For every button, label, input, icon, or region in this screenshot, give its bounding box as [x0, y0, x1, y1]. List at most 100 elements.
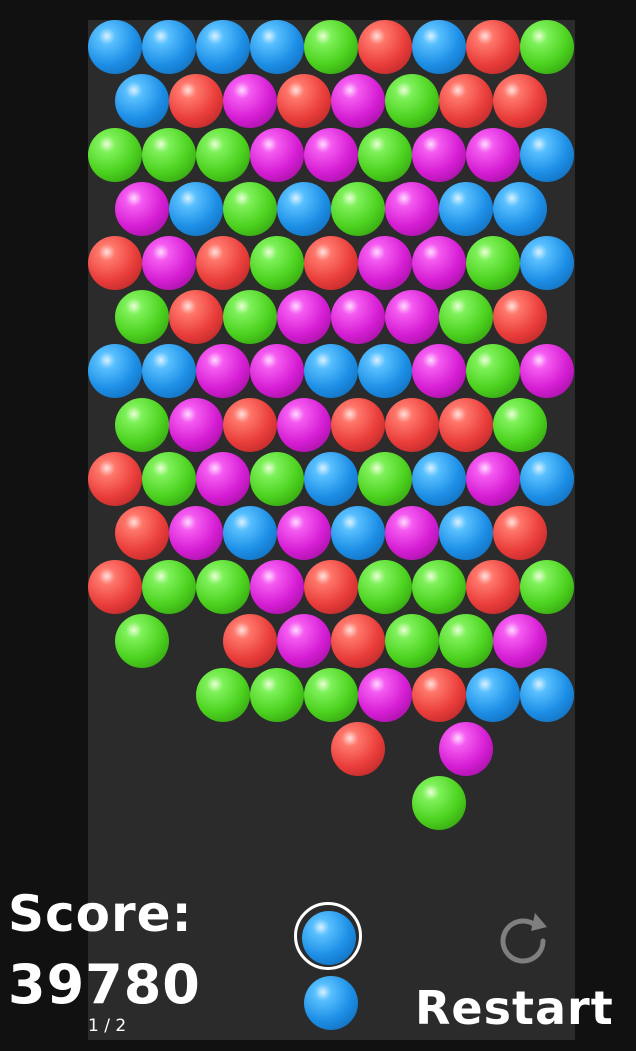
- bubble-blue: [520, 236, 574, 290]
- bubble-red: [331, 614, 385, 668]
- bubble-red: [439, 74, 493, 128]
- bubble-blue: [277, 182, 331, 236]
- bubble-blue: [142, 20, 196, 74]
- bubble-blue: [115, 74, 169, 128]
- bubble-magenta: [250, 560, 304, 614]
- bubble-red: [169, 290, 223, 344]
- bubble-green: [250, 452, 304, 506]
- bubble-red: [385, 398, 439, 452]
- bubble-red: [223, 614, 277, 668]
- bubble-green: [196, 128, 250, 182]
- bubble-green: [142, 560, 196, 614]
- bubble-magenta: [385, 506, 439, 560]
- bubble-magenta: [466, 452, 520, 506]
- bubble-green: [304, 668, 358, 722]
- bubble-magenta: [385, 182, 439, 236]
- bubble-magenta: [277, 290, 331, 344]
- bubble-magenta: [412, 236, 466, 290]
- bubble-blue: [331, 506, 385, 560]
- bubble-blue: [304, 344, 358, 398]
- bubble-blue: [142, 344, 196, 398]
- bubble-green: [115, 398, 169, 452]
- bubble-blue: [412, 20, 466, 74]
- bubble-blue: [250, 20, 304, 74]
- bubble-red: [493, 506, 547, 560]
- bubble-blue: [169, 182, 223, 236]
- bubble-green: [439, 290, 493, 344]
- bubble-blue: [196, 20, 250, 74]
- bubble-green: [358, 128, 412, 182]
- bubble-magenta: [358, 236, 412, 290]
- bubble-magenta: [385, 290, 439, 344]
- bubble-green: [223, 182, 277, 236]
- bubble-green: [196, 668, 250, 722]
- bubble-magenta: [331, 290, 385, 344]
- bubble-magenta: [304, 128, 358, 182]
- bubble-red: [196, 236, 250, 290]
- bubble-magenta: [277, 506, 331, 560]
- bubble-blue: [304, 452, 358, 506]
- bubble-blue: [466, 668, 520, 722]
- bubble-green: [385, 614, 439, 668]
- bubble-green: [439, 614, 493, 668]
- bubble-red: [88, 560, 142, 614]
- bubble-red: [88, 452, 142, 506]
- bubble-magenta: [277, 614, 331, 668]
- bubble-magenta: [277, 398, 331, 452]
- bubble-blue: [358, 344, 412, 398]
- bubble-green: [412, 776, 466, 830]
- bubble-red: [115, 506, 169, 560]
- bubble-magenta: [223, 74, 277, 128]
- bubble-green: [142, 128, 196, 182]
- bubble-blue: [412, 452, 466, 506]
- bubble-green: [493, 398, 547, 452]
- bubble-blue: [223, 506, 277, 560]
- bubble-red: [466, 560, 520, 614]
- bubble-magenta: [331, 74, 385, 128]
- bubble-red: [439, 398, 493, 452]
- bubble-green: [115, 614, 169, 668]
- bubble-magenta: [439, 722, 493, 776]
- bubble-red: [331, 398, 385, 452]
- bubble-red: [223, 398, 277, 452]
- restart-icon[interactable]: [488, 906, 558, 976]
- bubble-blue: [493, 182, 547, 236]
- bubble-red: [493, 290, 547, 344]
- bubble-magenta: [196, 344, 250, 398]
- bubble-red: [331, 722, 385, 776]
- bubble-green: [250, 668, 304, 722]
- bubble-red: [88, 236, 142, 290]
- bubble-green: [520, 560, 574, 614]
- bubble-blue: [439, 182, 493, 236]
- bubble-green: [223, 290, 277, 344]
- bubble-magenta: [358, 668, 412, 722]
- bubble-green: [304, 20, 358, 74]
- next-bubble[interactable]: [304, 976, 358, 1030]
- score-label: Score:: [8, 885, 193, 943]
- bubble-red: [466, 20, 520, 74]
- bubble-magenta: [196, 452, 250, 506]
- bubble-green: [412, 560, 466, 614]
- bubble-blue: [520, 452, 574, 506]
- bubble-blue: [88, 20, 142, 74]
- bubble-green: [196, 560, 250, 614]
- bubble-magenta: [412, 344, 466, 398]
- bubble-magenta: [466, 128, 520, 182]
- score-value: 39780: [8, 953, 201, 1016]
- bubble-green: [142, 452, 196, 506]
- bubble-magenta: [520, 344, 574, 398]
- bubble-magenta: [169, 398, 223, 452]
- bubble-magenta: [115, 182, 169, 236]
- bubble-green: [466, 236, 520, 290]
- bubble-green: [385, 74, 439, 128]
- bubble-red: [412, 668, 466, 722]
- bubble-red: [277, 74, 331, 128]
- current-bubble[interactable]: [302, 911, 356, 965]
- bubble-red: [304, 236, 358, 290]
- bubble-blue: [88, 344, 142, 398]
- bubble-red: [304, 560, 358, 614]
- restart-button[interactable]: Restart: [415, 980, 614, 1036]
- bubble-blue: [520, 128, 574, 182]
- bubble-magenta: [493, 614, 547, 668]
- page-indicator: 1 / 2: [88, 1016, 127, 1036]
